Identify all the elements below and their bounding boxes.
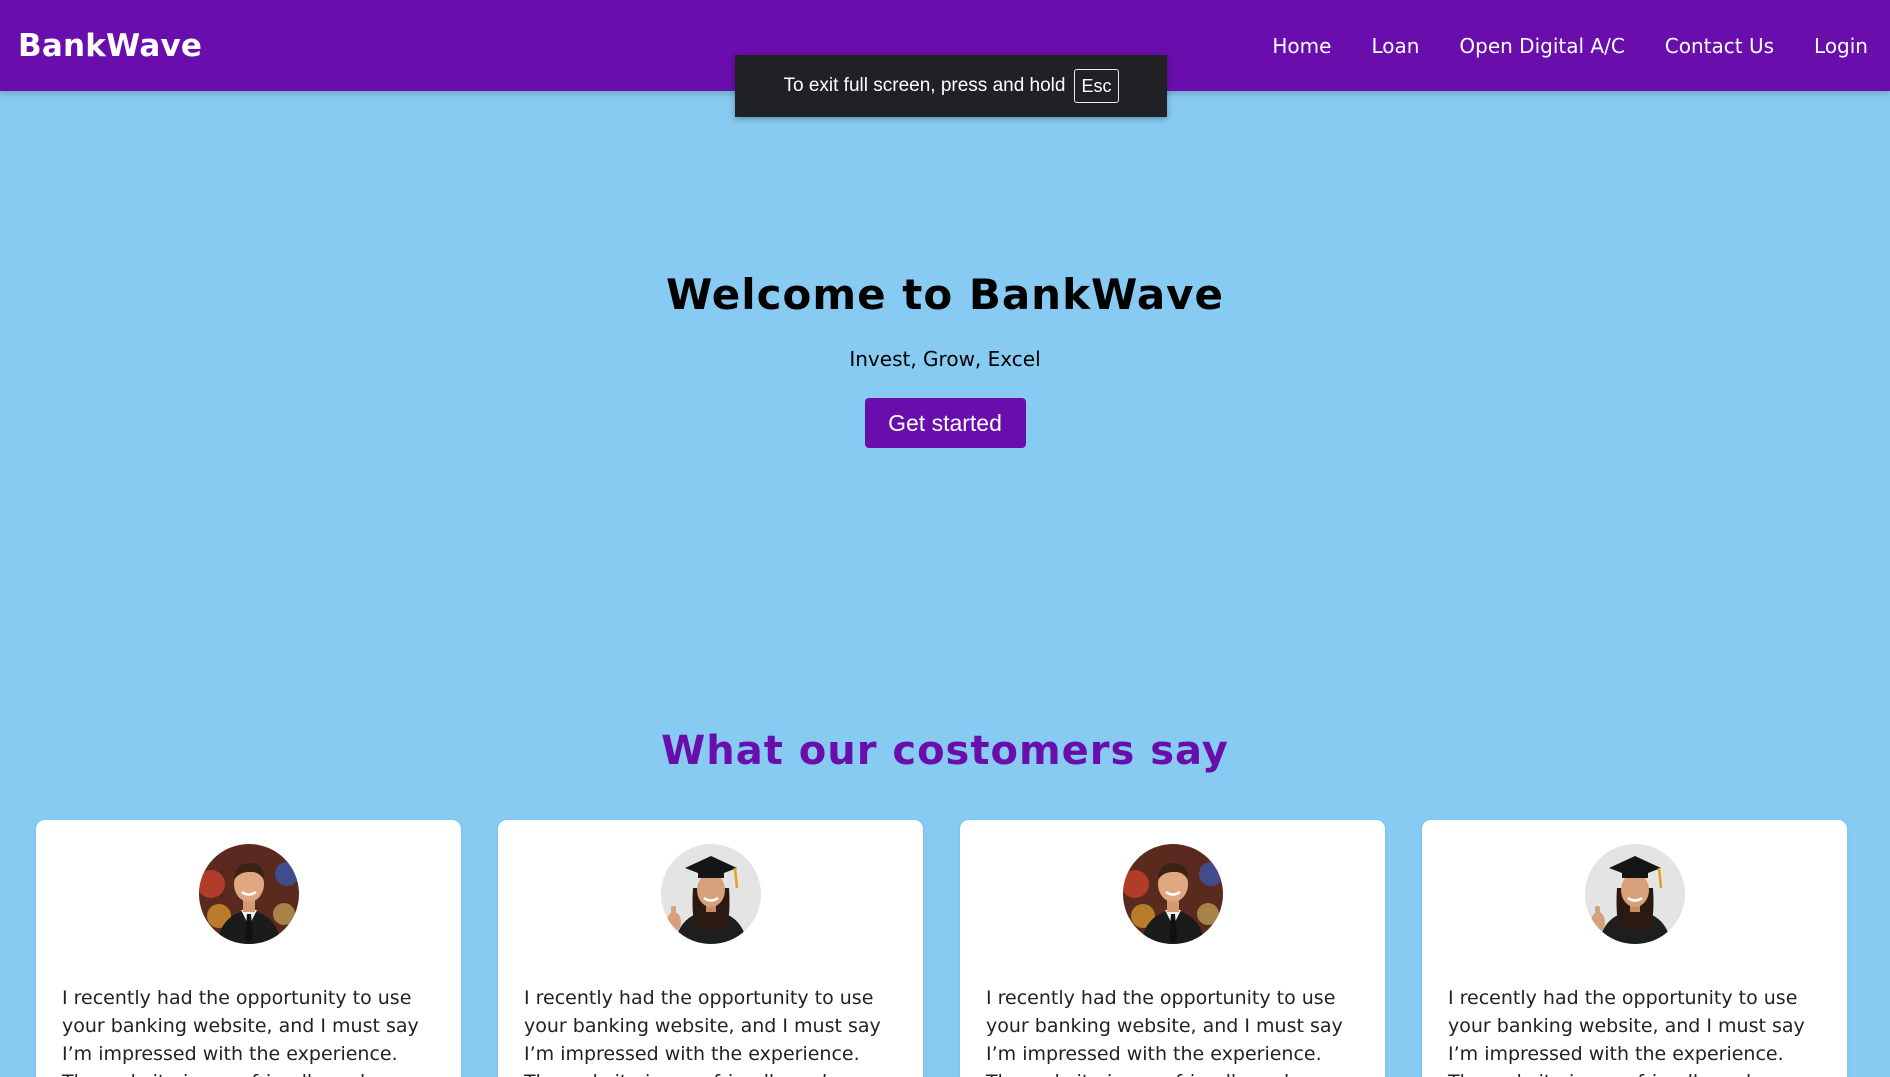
testimonial-card: I recently had the opportunity to use yo…: [36, 820, 461, 1077]
hero-section: Welcome to BankWave Invest, Grow, Excel …: [0, 270, 1890, 448]
page: BankWave Home Loan Open Digital A/C Cont…: [0, 0, 1890, 1077]
nav-links: Home Loan Open Digital A/C Contact Us Lo…: [1272, 34, 1868, 58]
testimonial-card: I recently had the opportunity to use yo…: [960, 820, 1385, 1077]
hero-subtitle: Invest, Grow, Excel: [849, 347, 1041, 371]
nav-contact-us-link[interactable]: Contact Us: [1665, 34, 1774, 58]
man-in-suit-avatar: [198, 844, 299, 944]
hero-title: Welcome to BankWave: [665, 270, 1225, 319]
man-in-suit-avatar: [1122, 844, 1223, 944]
nav-login-link[interactable]: Login: [1814, 34, 1868, 58]
fullscreen-exit-toast: To exit full screen, press and hold Esc: [735, 55, 1167, 117]
testimonial-cards: I recently had the opportunity to use yo…: [36, 820, 1850, 1077]
testimonial-card: I recently had the opportunity to use yo…: [498, 820, 923, 1077]
brand-logo[interactable]: BankWave: [18, 28, 202, 64]
testimonial-text: I recently had the opportunity to use yo…: [1448, 987, 1805, 1077]
testimonial-card: I recently had the opportunity to use yo…: [1422, 820, 1847, 1077]
toast-text: To exit full screen, press and hold: [783, 75, 1066, 96]
testimonial-text: I recently had the opportunity to use yo…: [986, 987, 1343, 1077]
nav-home-link[interactable]: Home: [1272, 34, 1331, 58]
get-started-button[interactable]: Get started: [864, 398, 1026, 448]
esc-key-hint: Esc: [1074, 69, 1119, 103]
nav-open-digital-account-link[interactable]: Open Digital A/C: [1459, 34, 1624, 58]
testimonial-text: I recently had the opportunity to use yo…: [62, 987, 419, 1077]
testimonials-title: What our costomers say: [661, 728, 1229, 774]
graduate-woman-avatar: [1584, 844, 1685, 944]
testimonial-text: I recently had the opportunity to use yo…: [524, 987, 881, 1077]
nav-loan-link[interactable]: Loan: [1371, 34, 1419, 58]
graduate-woman-avatar: [660, 844, 761, 944]
